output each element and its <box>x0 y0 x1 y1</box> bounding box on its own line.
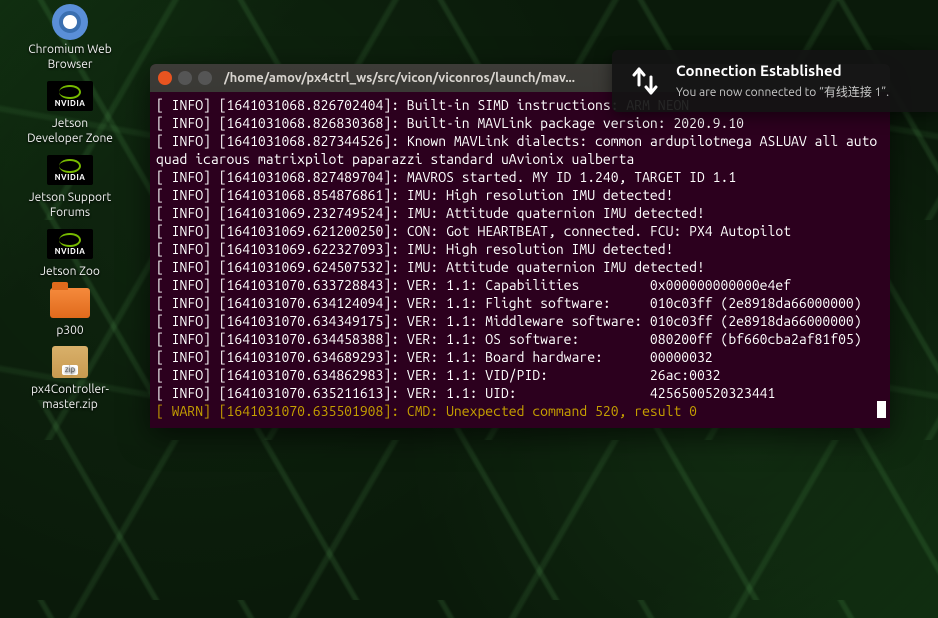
archive-icon: zip <box>52 346 88 378</box>
nvidia-icon: NVIDIA <box>47 229 93 259</box>
network-updown-icon <box>626 62 664 100</box>
desktop-icon-archive-px4controller[interactable]: zip px4Controller-master.zip <box>24 344 116 412</box>
notification-title: Connection Established <box>676 62 924 79</box>
window-minimize-button[interactable] <box>178 71 192 85</box>
desktop-icon-label: Chromium Web Browser <box>24 42 116 72</box>
terminal-output[interactable]: [ INFO] [1641031068.826702404]: Built-in… <box>150 92 890 428</box>
desktop-icon-chromium[interactable]: Chromium Web Browser <box>24 4 116 72</box>
terminal-window[interactable]: /home/amov/px4ctrl_ws/src/vicon/viconros… <box>150 64 890 428</box>
terminal-cursor <box>877 401 886 418</box>
window-close-button[interactable] <box>158 71 172 85</box>
desktop-icon-label: Jetson Developer Zone <box>24 116 116 146</box>
desktop-icons: Chromium Web Browser NVIDIA Jetson Devel… <box>24 4 116 412</box>
desktop-icon-jetson-support-forums[interactable]: NVIDIA Jetson Support Forums <box>24 152 116 220</box>
nvidia-icon: NVIDIA <box>47 81 93 111</box>
desktop-icon-label: Jetson Support Forums <box>24 190 116 220</box>
notification-toast[interactable]: Connection Established You are now conne… <box>612 50 938 112</box>
desktop-icon-jetson-zoo[interactable]: NVIDIA Jetson Zoo <box>24 226 116 279</box>
chromium-icon <box>52 4 88 40</box>
desktop-icon-label: Jetson Zoo <box>40 264 100 279</box>
desktop-icon-label: p300 <box>56 323 83 338</box>
nvidia-icon: NVIDIA <box>47 155 93 185</box>
desktop-icon-label: px4Controller-master.zip <box>24 382 116 412</box>
desktop-icon-folder-p300[interactable]: p300 <box>24 285 116 338</box>
notification-body: You are now connected to “有线连接 1”. <box>676 83 924 100</box>
folder-icon <box>50 288 90 318</box>
desktop-icon-jetson-dev-zone[interactable]: NVIDIA Jetson Developer Zone <box>24 78 116 146</box>
window-title: /home/amov/px4ctrl_ws/src/vicon/viconros… <box>224 71 575 85</box>
window-maximize-button[interactable] <box>198 71 212 85</box>
